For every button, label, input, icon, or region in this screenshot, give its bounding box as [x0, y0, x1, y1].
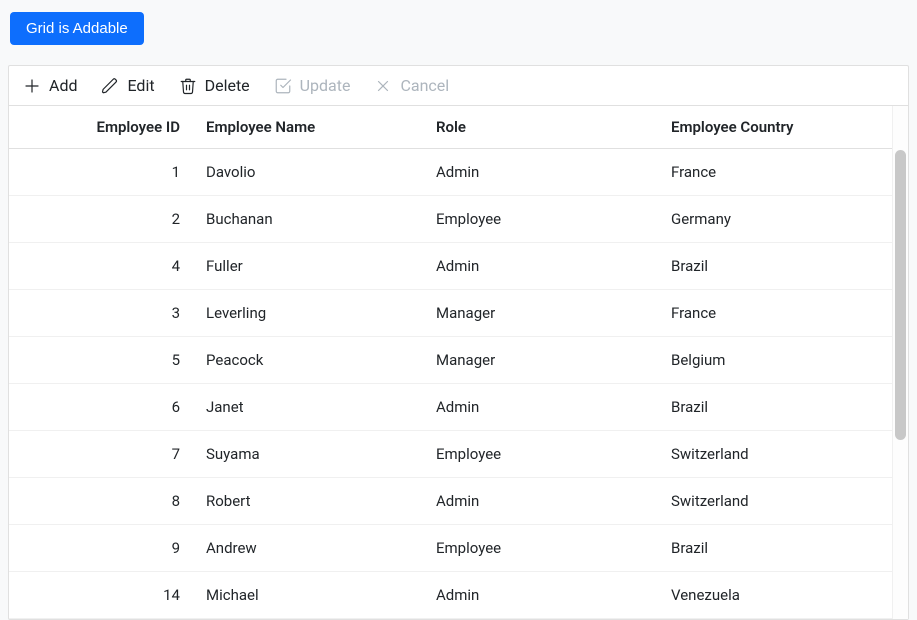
- grid-addable-button[interactable]: Grid is Addable: [10, 12, 144, 45]
- cell-country: Brazil: [659, 384, 892, 431]
- table-row[interactable]: 14MichaelAdminVenezuela: [9, 572, 892, 619]
- cell-country: Switzerland: [659, 431, 892, 478]
- table-row[interactable]: 1DavolioAdminFrance: [9, 149, 892, 196]
- cell-role: Employee: [424, 431, 659, 478]
- add-button[interactable]: Add: [23, 76, 77, 95]
- cell-id: 6: [9, 384, 194, 431]
- plus-icon: [23, 77, 41, 95]
- cell-role: Employee: [424, 196, 659, 243]
- cell-country: Belgium: [659, 337, 892, 384]
- cell-name: Davolio: [194, 149, 424, 196]
- pencil-icon: [101, 77, 119, 95]
- table-row[interactable]: 6JanetAdminBrazil: [9, 384, 892, 431]
- table-row[interactable]: 3LeverlingManagerFrance: [9, 290, 892, 337]
- edit-label: Edit: [127, 76, 154, 95]
- cell-country: Brazil: [659, 243, 892, 290]
- cell-id: 14: [9, 572, 194, 619]
- table-row[interactable]: 7SuyamaEmployeeSwitzerland: [9, 431, 892, 478]
- table-row[interactable]: 8RobertAdminSwitzerland: [9, 478, 892, 525]
- edit-button[interactable]: Edit: [101, 76, 154, 95]
- grid: Add Edit Delete Update Cancel: [8, 65, 909, 620]
- table-row[interactable]: 2BuchananEmployeeGermany: [9, 196, 892, 243]
- cell-id: 4: [9, 243, 194, 290]
- cell-name: Robert: [194, 478, 424, 525]
- cell-role: Manager: [424, 290, 659, 337]
- cell-name: Peacock: [194, 337, 424, 384]
- cell-role: Admin: [424, 243, 659, 290]
- vertical-scrollbar[interactable]: [892, 106, 908, 619]
- header-row: Employee ID Employee Name Role Employee …: [9, 106, 892, 149]
- trash-icon: [179, 77, 197, 95]
- table-row[interactable]: 9AndrewEmployeeBrazil: [9, 525, 892, 572]
- toolbar: Add Edit Delete Update Cancel: [9, 66, 908, 106]
- cancel-label: Cancel: [400, 76, 449, 95]
- table-row[interactable]: 5PeacockManagerBelgium: [9, 337, 892, 384]
- cancel-button: Cancel: [374, 76, 449, 95]
- update-label: Update: [300, 76, 351, 95]
- col-header-country[interactable]: Employee Country: [659, 106, 892, 149]
- cell-id: 9: [9, 525, 194, 572]
- cell-role: Manager: [424, 337, 659, 384]
- cell-country: Venezuela: [659, 572, 892, 619]
- table-row[interactable]: 4FullerAdminBrazil: [9, 243, 892, 290]
- cell-id: 1: [9, 149, 194, 196]
- cell-country: France: [659, 149, 892, 196]
- cell-name: Suyama: [194, 431, 424, 478]
- cell-country: France: [659, 290, 892, 337]
- cell-country: Switzerland: [659, 478, 892, 525]
- x-icon: [374, 77, 392, 95]
- cell-name: Janet: [194, 384, 424, 431]
- cell-role: Admin: [424, 478, 659, 525]
- cell-country: Germany: [659, 196, 892, 243]
- cell-role: Admin: [424, 384, 659, 431]
- cell-id: 8: [9, 478, 194, 525]
- col-header-role[interactable]: Role: [424, 106, 659, 149]
- cell-role: Employee: [424, 525, 659, 572]
- cell-name: Leverling: [194, 290, 424, 337]
- cell-role: Admin: [424, 149, 659, 196]
- cell-country: Brazil: [659, 525, 892, 572]
- cell-name: Buchanan: [194, 196, 424, 243]
- cell-id: 2: [9, 196, 194, 243]
- scrollbar-thumb[interactable]: [895, 150, 906, 440]
- cell-role: Admin: [424, 572, 659, 619]
- cell-id: 5: [9, 337, 194, 384]
- cell-id: 3: [9, 290, 194, 337]
- update-button: Update: [274, 76, 351, 95]
- add-label: Add: [49, 76, 77, 95]
- cell-name: Andrew: [194, 525, 424, 572]
- cell-name: Fuller: [194, 243, 424, 290]
- check-square-icon: [274, 77, 292, 95]
- col-header-id[interactable]: Employee ID: [9, 106, 194, 149]
- cell-name: Michael: [194, 572, 424, 619]
- delete-label: Delete: [205, 76, 250, 95]
- employee-table: Employee ID Employee Name Role Employee …: [9, 106, 892, 619]
- delete-button[interactable]: Delete: [179, 76, 250, 95]
- cell-id: 7: [9, 431, 194, 478]
- col-header-name[interactable]: Employee Name: [194, 106, 424, 149]
